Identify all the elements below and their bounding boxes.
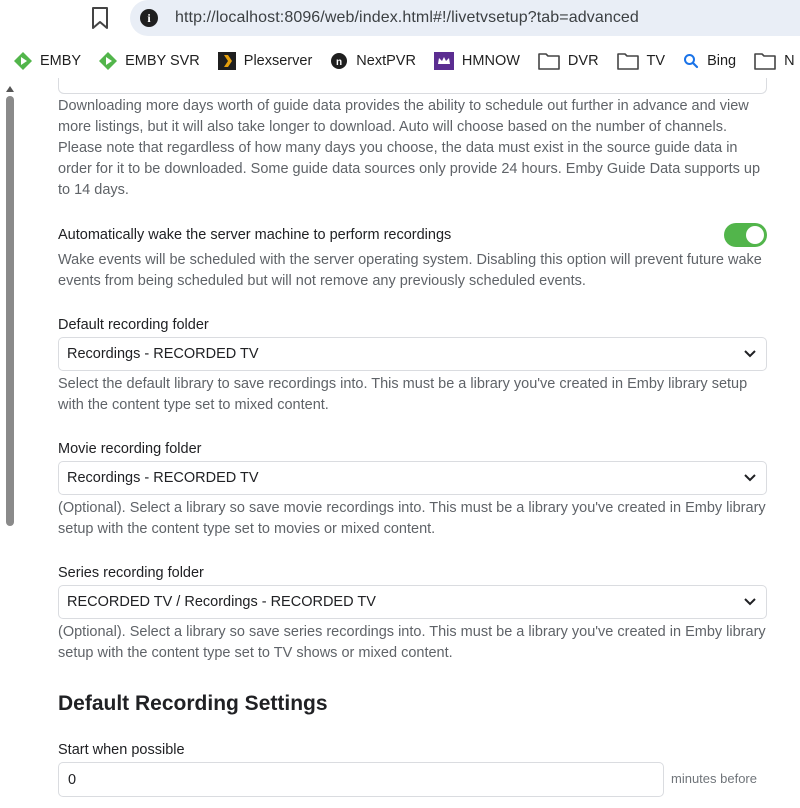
bookmark-label: TV xyxy=(646,53,666,69)
wake-label: Automatically wake the server machine to… xyxy=(58,227,452,243)
default-folder-label: Default recording folder xyxy=(58,317,209,333)
bookmark-label: EMBY SVR xyxy=(125,53,200,69)
chevron-down-icon xyxy=(744,474,756,482)
wake-description: Wake events will be scheduled with the s… xyxy=(58,252,762,289)
bookmark-label: HMNOW xyxy=(461,53,520,69)
scrollbar-thumb[interactable] xyxy=(6,96,14,526)
series-folder-description: (Optional). Select a library so save ser… xyxy=(58,624,766,661)
bookmark-label: N xyxy=(784,53,795,69)
bookmark-label: EMBY xyxy=(40,53,82,69)
bookmark-folder-tv[interactable]: TV xyxy=(616,52,666,70)
bookmark-bing[interactable]: Bing xyxy=(683,53,736,69)
bookmark-label: Bing xyxy=(707,53,737,69)
scroll-up-arrow-icon[interactable] xyxy=(6,86,14,92)
bookmarks-bar: EMBY EMBY SVR Plexserver n NextPVR HMNOW… xyxy=(0,44,800,78)
toggle-knob xyxy=(746,226,764,244)
emby-icon xyxy=(99,52,118,70)
movie-folder-select[interactable]: Recordings - RECORDED TV xyxy=(58,461,767,495)
address-bar[interactable]: i http://localhost:8096/web/index.html#!… xyxy=(130,0,800,36)
url-text[interactable]: http://localhost:8096/web/index.html#!/l… xyxy=(175,9,639,27)
bookmark-plexserver[interactable]: Plexserver xyxy=(217,52,313,70)
bookmark-emby[interactable]: EMBY xyxy=(14,52,81,70)
emby-icon xyxy=(14,52,32,70)
start-minutes-input[interactable]: 0 xyxy=(58,762,664,797)
guide-days-description: Downloading more days worth of guide dat… xyxy=(58,98,761,198)
info-icon[interactable]: i xyxy=(140,9,158,27)
default-folder-value: Recordings - RECORDED TV xyxy=(67,346,259,362)
default-folder-select[interactable]: Recordings - RECORDED TV xyxy=(58,337,767,371)
bookmark-folder-dvr[interactable]: DVR xyxy=(538,52,599,70)
folder-icon xyxy=(754,52,776,70)
plex-icon xyxy=(217,52,236,70)
start-minutes-value: 0 xyxy=(68,771,77,788)
address-row: i http://localhost:8096/web/index.html#!… xyxy=(0,0,800,38)
bookmark-emby-svr[interactable]: EMBY SVR xyxy=(99,52,200,70)
bookmark-hmnow[interactable]: HMNOW xyxy=(433,52,520,70)
series-folder-select[interactable]: RECORDED TV / Recordings - RECORDED TV xyxy=(58,585,767,619)
movie-folder-description: (Optional). Select a library so save mov… xyxy=(58,500,766,537)
bookmark-nextpvr[interactable]: n NextPVR xyxy=(330,52,416,70)
chevron-down-icon xyxy=(744,350,756,358)
minutes-before-suffix: minutes before xyxy=(671,771,757,786)
bookmark-icon[interactable] xyxy=(88,6,112,30)
nextpvr-icon: n xyxy=(330,52,348,70)
series-folder-value: RECORDED TV / Recordings - RECORDED TV xyxy=(67,594,376,610)
bookmark-label: Plexserver xyxy=(243,53,313,69)
folder-icon xyxy=(616,52,639,70)
guide-days-select[interactable] xyxy=(58,78,767,94)
series-folder-label: Series recording folder xyxy=(58,565,204,581)
movie-folder-label: Movie recording folder xyxy=(58,441,202,457)
svg-text:n: n xyxy=(336,57,342,68)
wake-toggle[interactable] xyxy=(724,223,767,247)
movie-folder-value: Recordings - RECORDED TV xyxy=(67,470,259,486)
folder-icon xyxy=(538,52,560,70)
hmnow-icon xyxy=(433,52,454,70)
default-folder-description: Select the default library to save recor… xyxy=(58,376,748,413)
bing-search-icon xyxy=(683,53,699,69)
section-heading: Default Recording Settings xyxy=(58,692,328,715)
bookmark-label: NextPVR xyxy=(356,53,416,69)
chevron-down-icon xyxy=(744,598,756,606)
start-when-possible-label: Start when possible xyxy=(58,742,185,758)
bookmark-folder-n[interactable]: N xyxy=(754,52,795,70)
bookmark-label: DVR xyxy=(567,53,599,69)
